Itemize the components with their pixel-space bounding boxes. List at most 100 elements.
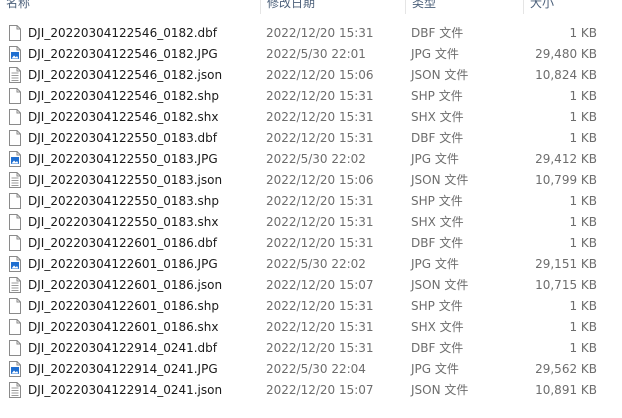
blank-file-icon <box>9 109 21 125</box>
text-file-icon <box>9 67 21 83</box>
file-modified-date: 2022/12/20 15:07 <box>266 278 374 292</box>
file-row[interactable]: DJI_20220304122550_0183.JPG 2022/5/30 22:… <box>0 149 622 170</box>
file-name: DJI_20220304122550_0183.json <box>28 173 223 187</box>
blank-file-icon <box>9 130 21 146</box>
file-modified-date: 2022/12/20 15:31 <box>266 26 374 40</box>
file-modified-date: 2022/12/20 15:31 <box>266 215 374 229</box>
file-type: DBF 文件 <box>411 236 464 250</box>
file-type: SHX 文件 <box>411 320 464 334</box>
file-modified-date: 2022/12/20 15:31 <box>266 236 374 250</box>
file-type: SHP 文件 <box>411 89 463 103</box>
file-name: DJI_20220304122546_0182.shx <box>28 110 219 124</box>
file-size: 1 KB <box>569 194 597 208</box>
image-file-icon <box>9 46 21 62</box>
file-row[interactable]: DJI_20220304122550_0183.shx 2022/12/20 15… <box>0 212 622 233</box>
column-header-name[interactable]: 名称 <box>0 0 260 14</box>
file-row[interactable]: DJI_20220304122601_0186.JPG 2022/5/30 22:… <box>0 254 622 275</box>
file-name: DJI_20220304122914_0241.dbf <box>28 341 218 355</box>
file-row[interactable]: DJI_20220304122546_0182.dbf 2022/12/20 15… <box>0 23 622 44</box>
file-type: JSON 文件 <box>411 278 469 292</box>
file-type: JPG 文件 <box>411 152 459 166</box>
column-header-size[interactable]: 大小 <box>523 0 622 14</box>
blank-file-icon <box>9 214 21 230</box>
file-modified-date: 2022/5/30 22:02 <box>266 257 366 271</box>
file-name: DJI_20220304122550_0183.JPG <box>28 152 218 166</box>
file-row[interactable]: DJI_20220304122601_0186.shx 2022/12/20 15… <box>0 317 622 338</box>
file-size: 1 KB <box>569 236 597 250</box>
file-type: JPG 文件 <box>411 47 459 61</box>
blank-file-icon <box>9 25 21 41</box>
file-modified-date: 2022/12/20 15:31 <box>266 131 374 145</box>
file-modified-date: 2022/5/30 22:01 <box>266 47 366 61</box>
file-name: DJI_20220304122601_0186.dbf <box>28 236 218 250</box>
file-type: SHP 文件 <box>411 299 463 313</box>
blank-file-icon <box>9 88 21 104</box>
blank-file-icon <box>9 319 21 335</box>
file-type: SHX 文件 <box>411 110 464 124</box>
text-file-icon <box>9 382 21 398</box>
file-type: SHP 文件 <box>411 194 463 208</box>
file-list: DJI_20220304122546_0182.dbf 2022/12/20 15… <box>0 23 622 401</box>
file-row[interactable]: DJI_20220304122601_0186.dbf 2022/12/20 15… <box>0 233 622 254</box>
file-type: DBF 文件 <box>411 131 464 145</box>
file-type: SHX 文件 <box>411 215 464 229</box>
file-size: 1 KB <box>569 215 597 229</box>
file-name: DJI_20220304122601_0186.shx <box>28 320 219 334</box>
file-name: DJI_20220304122914_0241.JPG <box>28 362 218 376</box>
file-row[interactable]: DJI_20220304122914_0241.dbf 2022/12/20 15… <box>0 338 622 359</box>
file-name: DJI_20220304122546_0182.shp <box>28 89 220 103</box>
file-row[interactable]: DJI_20220304122601_0186.shp 2022/12/20 15… <box>0 296 622 317</box>
file-modified-date: 2022/12/20 15:31 <box>266 320 374 334</box>
file-modified-date: 2022/12/20 15:06 <box>266 173 374 187</box>
file-size: 1 KB <box>569 26 597 40</box>
file-name: DJI_20220304122550_0183.shx <box>28 215 219 229</box>
file-row[interactable]: DJI_20220304122546_0182.json 2022/12/20 1… <box>0 65 622 86</box>
file-name: DJI_20220304122914_0241.json <box>28 383 223 397</box>
file-modified-date: 2022/12/20 15:31 <box>266 89 374 103</box>
image-file-icon <box>9 361 21 377</box>
file-name: DJI_20220304122601_0186.JPG <box>28 257 218 271</box>
column-header-bar: 名称 修改日期 类型 大小 <box>0 0 622 14</box>
file-type: DBF 文件 <box>411 341 464 355</box>
file-row[interactable]: DJI_20220304122546_0182.shp 2022/12/20 15… <box>0 86 622 107</box>
file-name: DJI_20220304122546_0182.JPG <box>28 47 218 61</box>
file-size: 1 KB <box>569 131 597 145</box>
file-size: 10,891 KB <box>535 383 597 397</box>
file-row[interactable]: DJI_20220304122914_0241.JPG 2022/5/30 22:… <box>0 359 622 380</box>
file-explorer-details-view: 名称 修改日期 类型 大小 DJI_20220304122546_0182.db… <box>0 0 622 418</box>
text-file-icon <box>9 172 21 188</box>
column-header-type[interactable]: 类型 <box>405 0 523 14</box>
file-modified-date: 2022/12/20 15:07 <box>266 383 374 397</box>
file-name: DJI_20220304122601_0186.shp <box>28 299 220 313</box>
file-size: 29,562 KB <box>535 362 597 376</box>
file-name: DJI_20220304122546_0182.dbf <box>28 26 218 40</box>
file-row[interactable]: DJI_20220304122546_0182.shx 2022/12/20 15… <box>0 107 622 128</box>
file-type: JSON 文件 <box>411 68 469 82</box>
file-row[interactable]: DJI_20220304122601_0186.json 2022/12/20 1… <box>0 275 622 296</box>
file-modified-date: 2022/5/30 22:04 <box>266 362 366 376</box>
file-row[interactable]: DJI_20220304122550_0183.shp 2022/12/20 15… <box>0 191 622 212</box>
column-header-date[interactable]: 修改日期 <box>260 0 405 14</box>
blank-file-icon <box>9 298 21 314</box>
blank-file-icon <box>9 235 21 251</box>
file-size: 1 KB <box>569 89 597 103</box>
file-size: 29,151 KB <box>535 257 597 271</box>
file-name: DJI_20220304122550_0183.shp <box>28 194 220 208</box>
file-row[interactable]: DJI_20220304122550_0183.dbf 2022/12/20 15… <box>0 128 622 149</box>
file-size: 1 KB <box>569 341 597 355</box>
file-row[interactable]: DJI_20220304122546_0182.JPG 2022/5/30 22:… <box>0 44 622 65</box>
file-row[interactable]: DJI_20220304122914_0241.json 2022/12/20 1… <box>0 380 622 401</box>
file-modified-date: 2022/12/20 15:31 <box>266 299 374 313</box>
file-modified-date: 2022/12/20 15:06 <box>266 68 374 82</box>
file-name: DJI_20220304122546_0182.json <box>28 68 223 82</box>
file-name: DJI_20220304122601_0186.json <box>28 278 223 292</box>
file-row[interactable]: DJI_20220304122550_0183.json 2022/12/20 1… <box>0 170 622 191</box>
blank-file-icon <box>9 193 21 209</box>
file-modified-date: 2022/12/20 15:31 <box>266 110 374 124</box>
file-size: 29,412 KB <box>535 152 597 166</box>
file-size: 1 KB <box>569 320 597 334</box>
file-type: JSON 文件 <box>411 173 469 187</box>
file-size: 10,824 KB <box>535 68 597 82</box>
file-modified-date: 2022/5/30 22:02 <box>266 152 366 166</box>
blank-file-icon <box>9 340 21 356</box>
